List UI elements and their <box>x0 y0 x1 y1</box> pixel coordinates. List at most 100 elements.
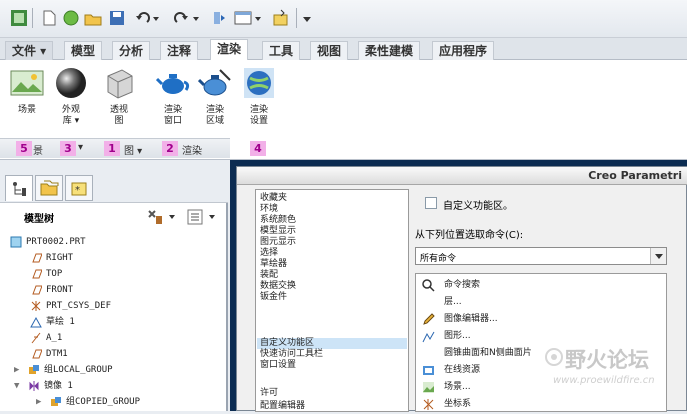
command-graph[interactable]: 图形... <box>444 330 471 342</box>
tree-show-dropdown-icon[interactable] <box>208 212 216 222</box>
circle-icon[interactable] <box>62 9 80 27</box>
category-list: 收藏夹 环境 系统颜色 模型显示 图元显示 选择 草绘器 装配 数据交换 钣金件… <box>255 189 409 412</box>
tab-view[interactable]: 视图 <box>310 41 349 60</box>
tab-render[interactable]: 渲染 <box>210 39 249 61</box>
graph-icon <box>422 330 435 343</box>
command-scene[interactable]: 场景... <box>444 381 471 393</box>
group-label-render[interactable]: 渲染 <box>182 142 202 157</box>
customize-ribbon-icon <box>425 197 437 209</box>
close-window-icon[interactable] <box>272 9 290 27</box>
render-region-label-1: 渲染 <box>205 105 224 115</box>
category-assembly[interactable]: 装配 <box>260 270 278 281</box>
datum-plane-icon <box>30 284 43 296</box>
svg-text:*: * <box>75 185 80 196</box>
model-tree-tab[interactable] <box>5 175 33 201</box>
render-window-button[interactable]: 渲染 窗口 <box>150 66 196 142</box>
redo-dropdown-icon[interactable] <box>192 9 200 27</box>
model-tree-panel: * 模型树 PRT0002.PRT RIGHT TOP FRONT PRT_CS… <box>0 170 228 411</box>
category-config-editor[interactable]: 配置编辑器 <box>260 401 305 412</box>
teapot-region-icon <box>197 66 232 100</box>
tab-file[interactable]: 文件 ▾ <box>5 41 54 60</box>
new-file-icon[interactable] <box>40 9 58 27</box>
category-system-colors[interactable]: 系统颜色 <box>260 215 296 226</box>
navigator-tabs: * <box>0 170 228 203</box>
open-folder-icon[interactable] <box>84 9 102 27</box>
mirror-icon <box>28 380 40 392</box>
badge-3: 3 <box>60 141 76 156</box>
window-icon[interactable] <box>234 9 252 27</box>
tree-settings-dropdown-icon[interactable] <box>168 212 176 222</box>
scene-button[interactable]: 场景 <box>4 66 50 142</box>
appearance-gallery-button[interactable]: 外观 库 ▾ <box>48 66 94 142</box>
badge-4: 4 <box>250 141 266 156</box>
category-model-display[interactable]: 模型显示 <box>260 226 296 237</box>
redo-icon[interactable] <box>172 9 190 27</box>
command-layers[interactable]: 层... <box>444 296 462 308</box>
group-label-appearance[interactable]: ▾ <box>78 142 83 153</box>
command-source-select[interactable]: 所有命令 <box>415 247 667 265</box>
app-icon[interactable] <box>10 9 28 27</box>
tab-model[interactable]: 模型 <box>64 41 103 60</box>
category-environment[interactable]: 环境 <box>260 204 278 215</box>
scene-icon <box>422 381 435 394</box>
category-entity-display[interactable]: 图元显示 <box>260 237 296 248</box>
category-data-exchange[interactable]: 数据交换 <box>260 281 296 292</box>
appearance-label-2: 库 ▾ <box>62 116 80 126</box>
group-icon <box>50 396 62 408</box>
category-quick-access-toolbar[interactable]: 快速访问工具栏 <box>260 349 323 360</box>
dialog-titlebar: Creo Parametri <box>237 167 687 185</box>
scene-label-1: 场景 <box>17 105 36 115</box>
tab-annotate[interactable]: 注释 <box>160 41 199 60</box>
expand-arrow-icon[interactable]: ▶ <box>14 362 19 378</box>
command-coordinate-system[interactable]: 坐标系 <box>444 398 471 410</box>
category-sketcher[interactable]: 草绘器 <box>260 259 287 270</box>
badge-1: 1 <box>104 141 120 156</box>
tab-applications[interactable]: 应用程序 <box>432 41 495 60</box>
render-settings-button[interactable]: 渲染 设置 <box>236 66 282 142</box>
category-sheetmetal[interactable]: 钣金件 <box>260 292 287 303</box>
category-customize-ribbon[interactable]: 自定义功能区 <box>257 338 407 349</box>
category-selection[interactable]: 选择 <box>260 248 278 259</box>
regenerate-icon[interactable] <box>210 9 228 27</box>
datum-plane-icon <box>30 348 43 360</box>
search-icon <box>422 279 435 292</box>
group-label-scene[interactable]: 景 <box>33 142 43 157</box>
badge-5: 5 <box>16 141 32 156</box>
tab-analysis[interactable]: 分析 <box>112 41 151 60</box>
undo-icon[interactable] <box>134 9 152 27</box>
category-window-settings[interactable]: 窗口设置 <box>260 360 296 371</box>
perspective-view-button[interactable]: 透视 图 <box>96 66 142 142</box>
tab-tools[interactable]: 工具 <box>262 41 301 60</box>
render-window-label-2: 窗口 <box>163 116 182 126</box>
render-region-button[interactable]: 渲染 区域 <box>192 66 238 142</box>
customize-toolbar-icon[interactable] <box>302 9 312 27</box>
group-label-perspective[interactable]: 图 ▾ <box>124 142 142 157</box>
perspective-label-1: 透视 <box>109 105 128 115</box>
command-source-value: 所有命令 <box>420 254 457 264</box>
tree-show-icon[interactable] <box>186 208 204 226</box>
category-favorites[interactable]: 收藏夹 <box>260 193 287 204</box>
command-search[interactable]: 命令搜索 <box>444 279 480 291</box>
undo-dropdown-icon[interactable] <box>152 9 160 27</box>
tree-settings-icon[interactable] <box>146 208 164 226</box>
perspective-cube-icon <box>102 66 136 100</box>
tab-flexible-modeling[interactable]: 柔性建模 <box>358 41 421 60</box>
command-conic-surface[interactable]: 圆锥曲面和N侧曲面片 <box>444 347 532 359</box>
category-license[interactable]: 许可 <box>260 388 278 399</box>
command-image-editor[interactable]: 图像编辑器... <box>444 313 498 325</box>
ribbon-group-bar: 5 景 3 ▾ 1 图 ▾ 2 渲染 4 <box>0 138 266 158</box>
command-online-resources[interactable]: 在线资源 <box>444 364 480 376</box>
model-tree-header: 模型树 <box>0 204 226 230</box>
quick-access-toolbar <box>0 0 687 38</box>
pencil-icon <box>422 313 435 326</box>
window-dropdown-icon[interactable] <box>254 9 262 27</box>
appearance-label-1: 外观 <box>61 105 80 115</box>
favorites-tab[interactable]: * <box>65 175 93 201</box>
badge-2: 2 <box>162 141 178 156</box>
collapse-arrow-icon[interactable]: ▼ <box>14 378 19 394</box>
save-icon[interactable] <box>108 9 126 27</box>
watermark-text: 野火论坛 <box>565 348 649 372</box>
folder-browser-tab[interactable] <box>35 175 63 201</box>
expand-arrow-icon[interactable]: ▶ <box>36 394 41 410</box>
select-arrow-icon[interactable] <box>650 248 666 264</box>
